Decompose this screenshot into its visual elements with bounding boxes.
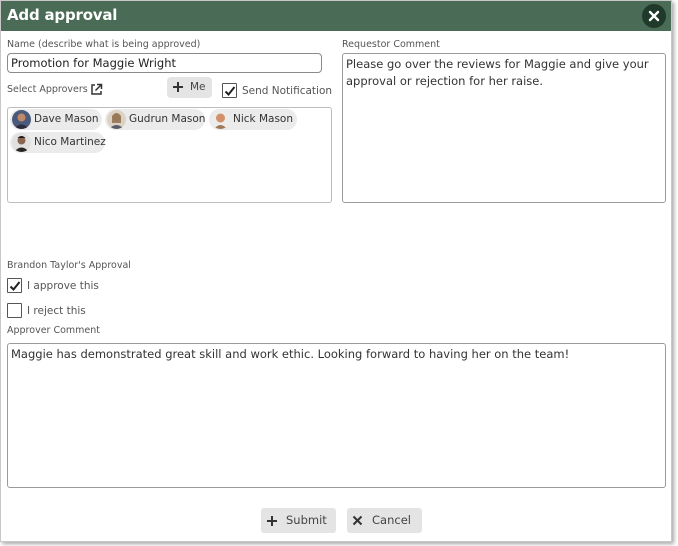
dialog-titlebar: Add approval — [1, 1, 671, 31]
close-icon — [648, 10, 660, 22]
cancel-label: Cancel — [372, 513, 411, 527]
checkmark-icon — [9, 281, 21, 291]
approver-comment-label: Approver Comment — [7, 325, 101, 336]
approver-name: Gudrun Mason — [129, 113, 206, 125]
submit-button[interactable]: Submit — [261, 508, 336, 533]
avatar — [12, 110, 31, 129]
approver-chip[interactable]: Gudrun Mason — [105, 109, 205, 130]
approve-label: I approve this — [27, 280, 99, 292]
select-approvers-label: Select Approvers — [7, 84, 88, 95]
approve-checkbox[interactable] — [7, 278, 22, 293]
close-icon — [352, 515, 363, 526]
avatar — [107, 110, 126, 129]
send-notification-label: Send Notification — [242, 85, 333, 97]
approvers-list[interactable]: Dave Mason Gudrun Mason Nick Mason Nico … — [7, 107, 332, 203]
avatar — [211, 110, 230, 129]
external-link-icon[interactable] — [90, 81, 103, 100]
dialog-title: Add approval — [7, 6, 118, 24]
approver-comment-textarea[interactable]: Maggie has demonstrated great skill and … — [7, 343, 666, 488]
close-button[interactable] — [642, 4, 666, 28]
approver-name: Nick Mason — [233, 113, 294, 125]
avatar — [12, 133, 31, 152]
approver-name: Dave Mason — [34, 113, 99, 125]
approval-heading: Brandon Taylor's Approval — [7, 260, 131, 271]
requestor-comment-textarea[interactable]: Please go over the reviews for Maggie an… — [342, 53, 666, 203]
plus-icon — [267, 516, 277, 526]
send-notification-checkbox[interactable] — [222, 83, 237, 98]
add-me-button[interactable]: Me — [167, 77, 212, 98]
approver-chip[interactable]: Nick Mason — [209, 109, 297, 130]
name-input[interactable] — [7, 53, 322, 73]
submit-label: Submit — [286, 513, 327, 527]
plus-icon — [173, 82, 183, 92]
requestor-comment-label: Requestor Comment — [342, 39, 440, 50]
cancel-button[interactable]: Cancel — [347, 508, 422, 533]
reject-checkbox[interactable] — [7, 303, 22, 318]
add-me-label: Me — [190, 81, 206, 93]
add-approval-dialog: Add approval Name (describe what is bein… — [0, 0, 672, 542]
name-label: Name (describe what is being approved) — [7, 39, 201, 50]
reject-label: I reject this — [27, 305, 86, 317]
checkmark-icon — [224, 86, 236, 96]
approver-chip[interactable]: Nico Martinez — [10, 132, 106, 153]
approver-chip[interactable]: Dave Mason — [10, 109, 102, 130]
approver-name: Nico Martinez — [34, 136, 106, 148]
